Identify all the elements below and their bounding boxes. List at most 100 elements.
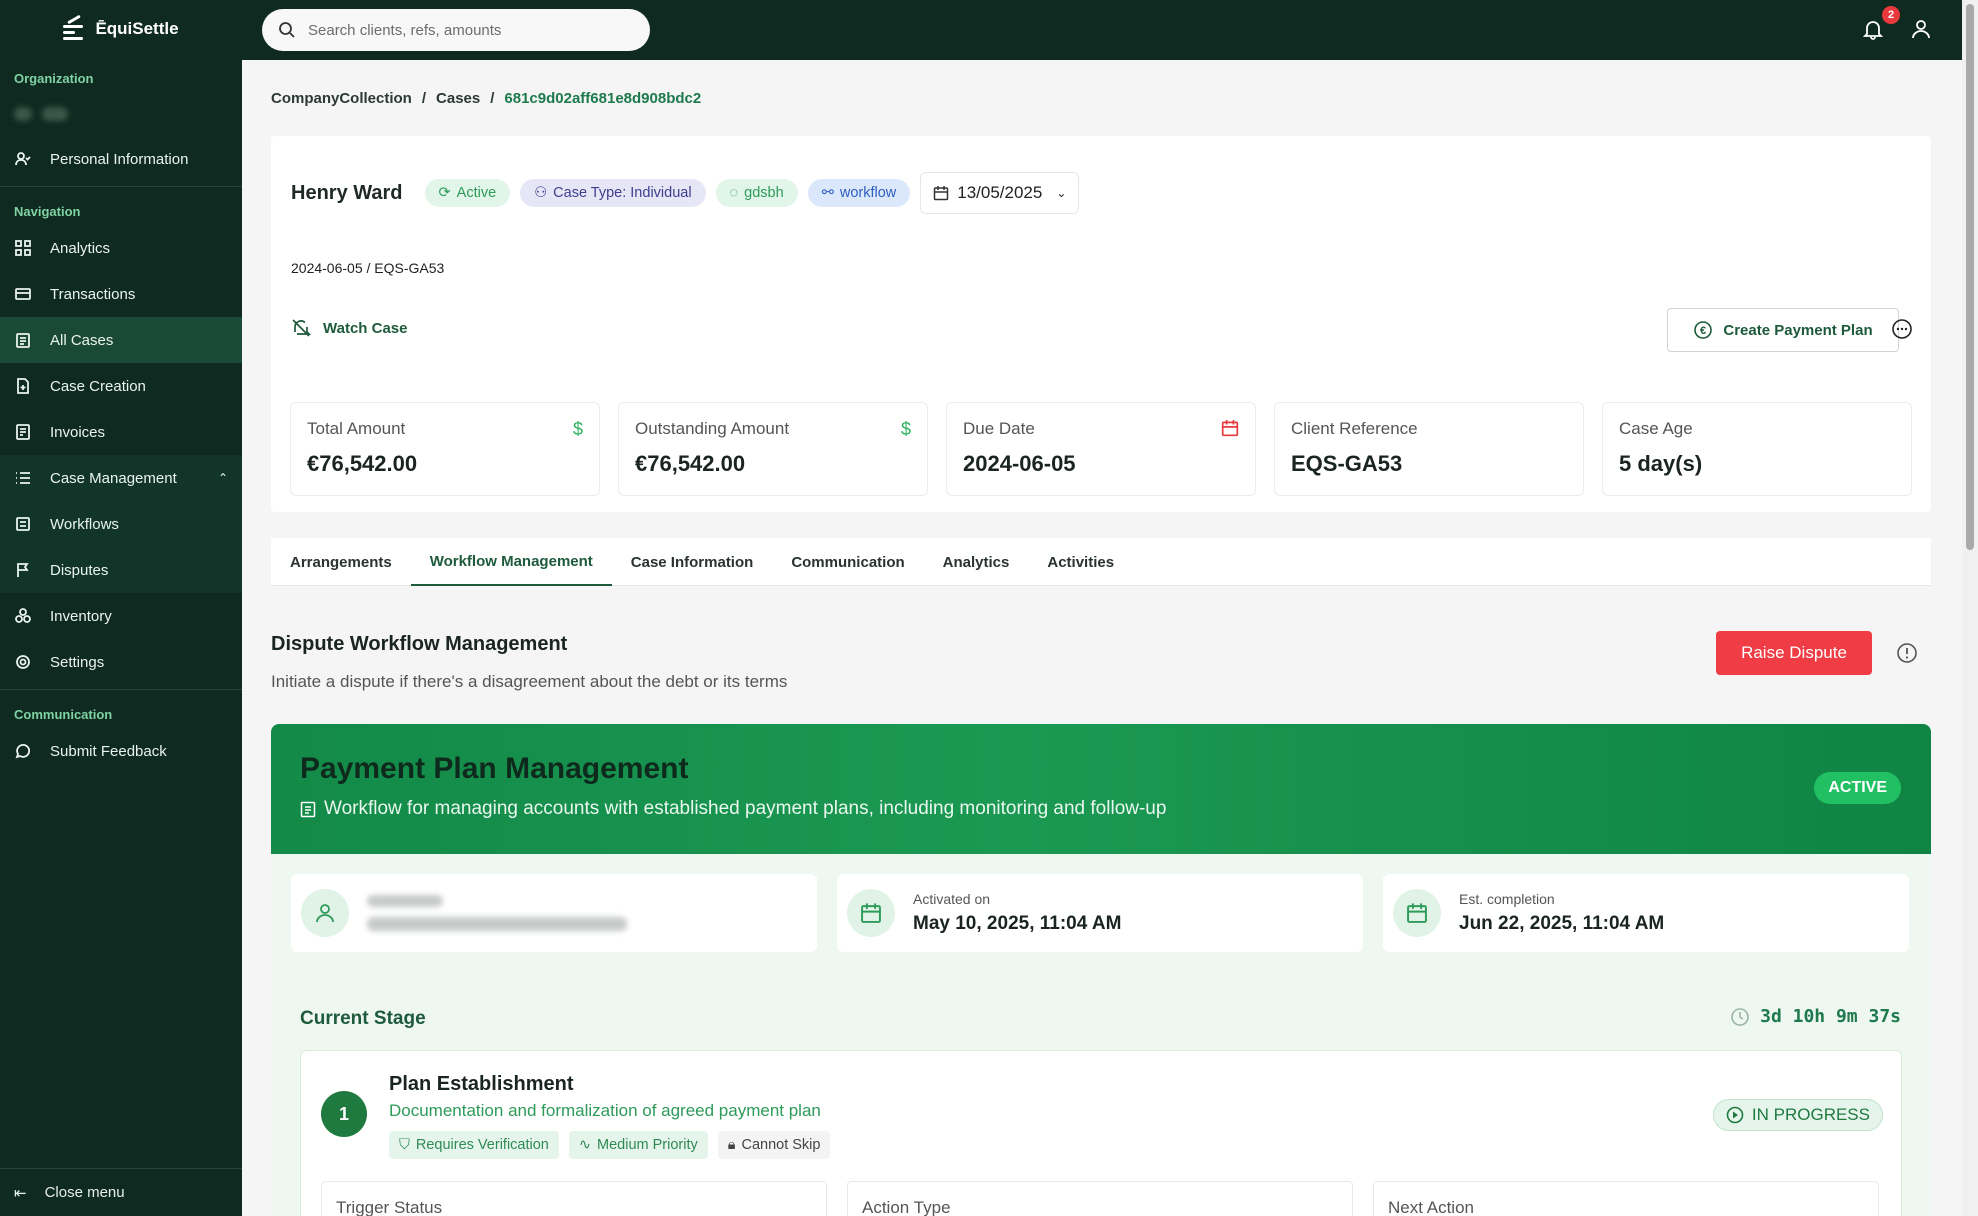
workflow-title: Payment Plan Management — [300, 752, 689, 785]
tab-analytics[interactable]: Analytics — [924, 538, 1029, 586]
user-icon: ⚇ — [534, 185, 548, 201]
date-select[interactable]: 13/05/2025 ⌄ — [920, 172, 1080, 214]
more-options-icon[interactable] — [1891, 318, 1913, 340]
stat-value: 5 day(s) — [1619, 451, 1703, 476]
tab-case-information[interactable]: Case Information — [612, 538, 773, 586]
search-box[interactable] — [262, 9, 650, 51]
stat-label: Client Reference — [1291, 419, 1418, 438]
sidebar-item-label: Workflows — [50, 515, 119, 533]
list-icon — [14, 469, 32, 487]
tab-activities[interactable]: Activities — [1028, 538, 1133, 586]
chip-label: Requires Verification — [415, 1137, 549, 1153]
stage-status-badge: IN PROGRESS — [1712, 1099, 1883, 1131]
user-icon[interactable] — [1910, 18, 1932, 40]
alert-circle-icon[interactable] — [1896, 642, 1918, 664]
message-circle-icon — [14, 742, 32, 760]
chip-label: Cannot Skip — [741, 1137, 821, 1153]
stat-client-reference: Client Reference EQS-GA53 — [1274, 402, 1584, 496]
workflow-description-text: Workflow for managing accounts with esta… — [324, 798, 1167, 819]
sidebar-item-analytics[interactable]: Analytics — [0, 225, 242, 271]
bell-off-icon — [292, 319, 311, 337]
stat-case-age: Case Age 5 day(s) — [1602, 402, 1912, 496]
gear-icon — [14, 653, 32, 671]
bell-icon[interactable] — [1862, 18, 1884, 40]
sidebar-item-submit-feedback[interactable]: Submit Feedback — [0, 728, 242, 774]
case-header-card: Henry Ward ⟳ Active ⚇ Case Type: Individua… — [271, 136, 1931, 512]
shield-check-icon: ⛉ — [399, 1137, 410, 1153]
raise-dispute-button[interactable]: Raise Dispute — [1716, 631, 1872, 675]
stat-label: Case Age — [1619, 419, 1693, 438]
current-stage-title: Current Stage — [300, 1008, 426, 1029]
page-scrollbar[interactable] — [1962, 0, 1978, 1216]
sidebar-item-personal-information[interactable]: Personal Information — [0, 136, 242, 182]
section-title-organization: Organization — [14, 71, 94, 86]
workflow-status-badge: ACTIVE — [1814, 772, 1901, 804]
dispute-section-title: Dispute Workflow Management — [271, 633, 568, 655]
section-title-communication: Communication — [14, 707, 113, 722]
chip-medium-priority: ∿ Medium Priority — [568, 1131, 708, 1159]
svg-text:€: € — [1700, 325, 1706, 337]
stage-status-label: IN PROGRESS — [1751, 1105, 1870, 1124]
activity-icon: ∿ — [578, 1137, 592, 1153]
section-title-navigation: Navigation — [14, 204, 81, 219]
flag-icon — [14, 561, 32, 579]
workflow-info-row: Activated on May 10, 2025, 11:04 AM Est.… — [291, 874, 1909, 952]
top-bar: 2 — [242, 0, 1962, 60]
search-input[interactable] — [308, 21, 628, 39]
card-icon — [14, 285, 32, 303]
scrollbar-thumb[interactable] — [1966, 4, 1974, 550]
current-stage-card: 1 Plan Establishment Documentation and f… — [300, 1050, 1902, 1216]
main-content: CompanyCollection / Cases / 681c9d02aff6… — [242, 60, 1962, 1216]
case-tabs: Arrangements Workflow Management Case In… — [271, 538, 1931, 586]
est-completion-label: Est. completion — [1459, 891, 1555, 907]
sidebar-item-label: All Cases — [50, 331, 114, 349]
workflow-panel: Payment Plan Management Workflow for man… — [271, 724, 1931, 1216]
create-payment-plan-button[interactable]: € Create Payment Plan — [1667, 308, 1899, 352]
stage-chips: ⛉ Requires Verification ∿ Medium Priority … — [389, 1131, 831, 1159]
sidebar-item-label: Case Management — [50, 469, 177, 487]
sidebar-item-label: Invoices — [50, 423, 106, 441]
case-type-label: Case Type: Individual — [553, 185, 692, 201]
sidebar-item-settings[interactable]: Settings — [0, 639, 242, 685]
stage-description: Documentation and formalization of agree… — [389, 1101, 821, 1120]
sidebar-item-transactions[interactable]: Transactions — [0, 271, 242, 317]
app-logo[interactable]: ĒquiSettle — [0, 0, 242, 58]
case-type-badge: ⚇ Case Type: Individual — [520, 179, 706, 207]
stat-outstanding-amount: Outstanding Amount €76,542.00 $ — [618, 402, 928, 496]
tag-label: gdsbh — [744, 185, 784, 201]
user-icon — [301, 889, 349, 937]
sidebar-item-inventory[interactable]: Inventory — [0, 593, 242, 639]
sidebar-item-invoices[interactable]: Invoices — [0, 409, 242, 455]
sidebar: ĒquiSettle Organization Personal Informa… — [0, 0, 242, 1216]
watch-case-label: Watch Case — [323, 319, 408, 337]
sidebar-item-all-cases[interactable]: All Cases — [0, 317, 242, 363]
workflow-badge[interactable]: ⚯ workflow — [807, 179, 911, 207]
chevron-up-icon[interactable]: ⌃ — [218, 471, 228, 485]
divider — [0, 689, 242, 690]
watch-case-button[interactable]: Watch Case — [291, 318, 407, 338]
stat-label: Total Amount — [307, 419, 406, 438]
dispute-section-subtitle: Initiate a dispute if there's a disagree… — [271, 672, 788, 691]
app-name: ĒquiSettle — [95, 19, 179, 38]
dollar-icon: $ — [900, 419, 911, 439]
close-menu-button[interactable]: ⇤ Close menu — [0, 1168, 242, 1216]
sidebar-item-label: Personal Information — [50, 150, 189, 168]
sidebar-item-case-management[interactable]: Case Management ⌃ — [0, 455, 242, 501]
calendar-icon — [847, 889, 895, 937]
clock-icon — [1731, 1007, 1749, 1026]
stat-label: Outstanding Amount — [635, 419, 790, 438]
activated-on-card: Activated on May 10, 2025, 11:04 AM — [837, 874, 1363, 952]
stage-name: Plan Establishment — [389, 1073, 574, 1095]
tab-communication[interactable]: Communication — [772, 538, 923, 586]
breadcrumb-item[interactable]: Cases — [436, 90, 480, 107]
breadcrumb-item[interactable]: CompanyCollection — [271, 90, 412, 107]
sidebar-item-workflows[interactable]: Workflows — [0, 501, 242, 547]
chip-label: Medium Priority — [597, 1137, 698, 1153]
tab-arrangements[interactable]: Arrangements — [271, 538, 411, 586]
tab-workflow-management[interactable]: Workflow Management — [410, 538, 612, 586]
sidebar-item-case-creation[interactable]: Case Creation — [0, 363, 242, 409]
tag-badge: ◌ gdsbh — [715, 179, 798, 207]
chip-requires-verification: ⛉ Requires Verification — [389, 1131, 559, 1159]
sidebar-item-disputes[interactable]: Disputes — [0, 547, 242, 593]
field-trigger-status: Trigger Status — [321, 1181, 827, 1216]
